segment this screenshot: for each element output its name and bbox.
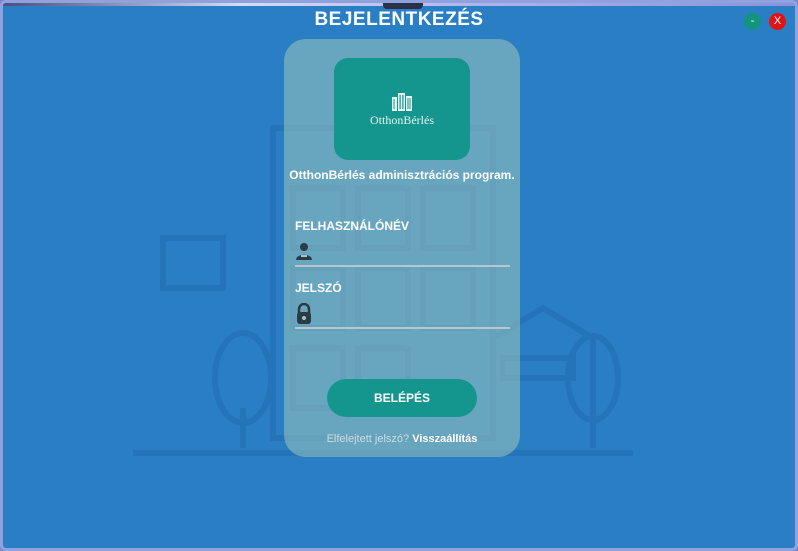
logo: OtthonBérlés: [334, 58, 470, 160]
username-field: [295, 239, 510, 267]
password-input[interactable]: [323, 303, 507, 325]
window-drag-handle[interactable]: [383, 3, 423, 9]
forgot-password-row: Elfelejtett jelszó? Visszaállítás: [284, 433, 520, 445]
minimize-button[interactable]: -: [744, 13, 761, 30]
login-window: BEJELENTKEZÉS - X OtthonBérlés OtthonBér…: [0, 0, 798, 551]
password-label: JELSZÓ: [295, 281, 342, 295]
forgot-password-text: Elfelejtett jelszó?: [326, 433, 410, 445]
reset-password-link[interactable]: Visszaállítás: [412, 433, 477, 445]
building-logo-icon: [392, 93, 412, 111]
user-icon: [296, 243, 312, 260]
app-description: OtthonBérlés adminisztrációs program.: [289, 168, 515, 182]
window-title: BEJELENTKEZÉS: [314, 9, 484, 30]
username-label: FELHASZNÁLÓNÉV: [295, 219, 409, 233]
login-card: OtthonBérlés OtthonBérlés adminisztráció…: [284, 39, 520, 457]
username-input[interactable]: [323, 241, 507, 263]
password-field: [295, 301, 510, 329]
lock-icon: [297, 303, 311, 324]
logo-text: OtthonBérlés: [370, 113, 434, 127]
close-button[interactable]: X: [769, 13, 786, 30]
login-button[interactable]: BELÉPÉS: [327, 379, 477, 417]
